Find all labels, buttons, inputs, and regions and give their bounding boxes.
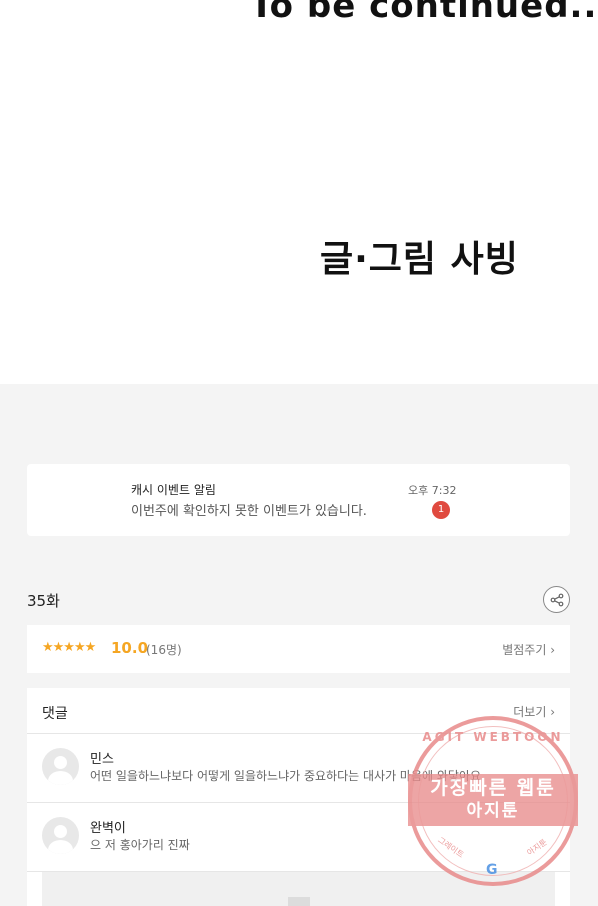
rate-button[interactable]: 별점주기 › — [502, 641, 555, 658]
rating-stars-icon: ★★★★★ — [42, 640, 96, 655]
avatar-icon — [42, 748, 79, 785]
watermark-line1: 가장빠른 웹툰 — [430, 777, 556, 799]
rating-score: 10.0 — [111, 639, 149, 657]
to-be-continued-text: To be continued.. — [250, 0, 598, 26]
watermark-line2: 아지툰 — [466, 801, 520, 821]
notification-title: 캐시 이벤트 알림 — [131, 483, 216, 497]
event-notification-card[interactable]: 캐시 이벤트 알림 이번주에 확인하지 못한 이벤트가 있습니다. 오후 7:3… — [27, 464, 570, 536]
rating-card: ★★★★★ 10.0 (16명) 별점주기 › — [27, 625, 570, 673]
avatar-icon — [42, 817, 79, 854]
comic-panel: To be continued.. 글·그림 사빙 — [0, 0, 598, 384]
rating-count: (16명) — [146, 643, 182, 657]
share-button[interactable] — [543, 586, 570, 613]
credit-text: 글·그림 사빙 — [320, 239, 519, 280]
share-icon — [550, 593, 563, 606]
comment-author: 완벽이 — [90, 821, 126, 836]
notification-time: 오후 7:32 — [408, 484, 457, 497]
comment-author: 민스 — [90, 752, 114, 767]
episode-label: 35화 — [27, 592, 60, 610]
watermark-arc-text: AGIT WEBTOON — [422, 730, 564, 744]
image-icon — [288, 897, 310, 906]
google-logo-icon: G — [486, 862, 498, 878]
comment-text: 으 저 홍아가리 진짜 — [90, 838, 190, 852]
watermark-stamp: AGIT WEBTOON 가장빠른 웹툰 아지툰 그레이트 아지툰 G — [408, 716, 578, 886]
notification-message: 이번주에 확인하지 못한 이벤트가 있습니다. — [131, 504, 367, 519]
comments-title: 댓글 — [42, 706, 68, 722]
notification-badge: 1 — [432, 501, 450, 519]
